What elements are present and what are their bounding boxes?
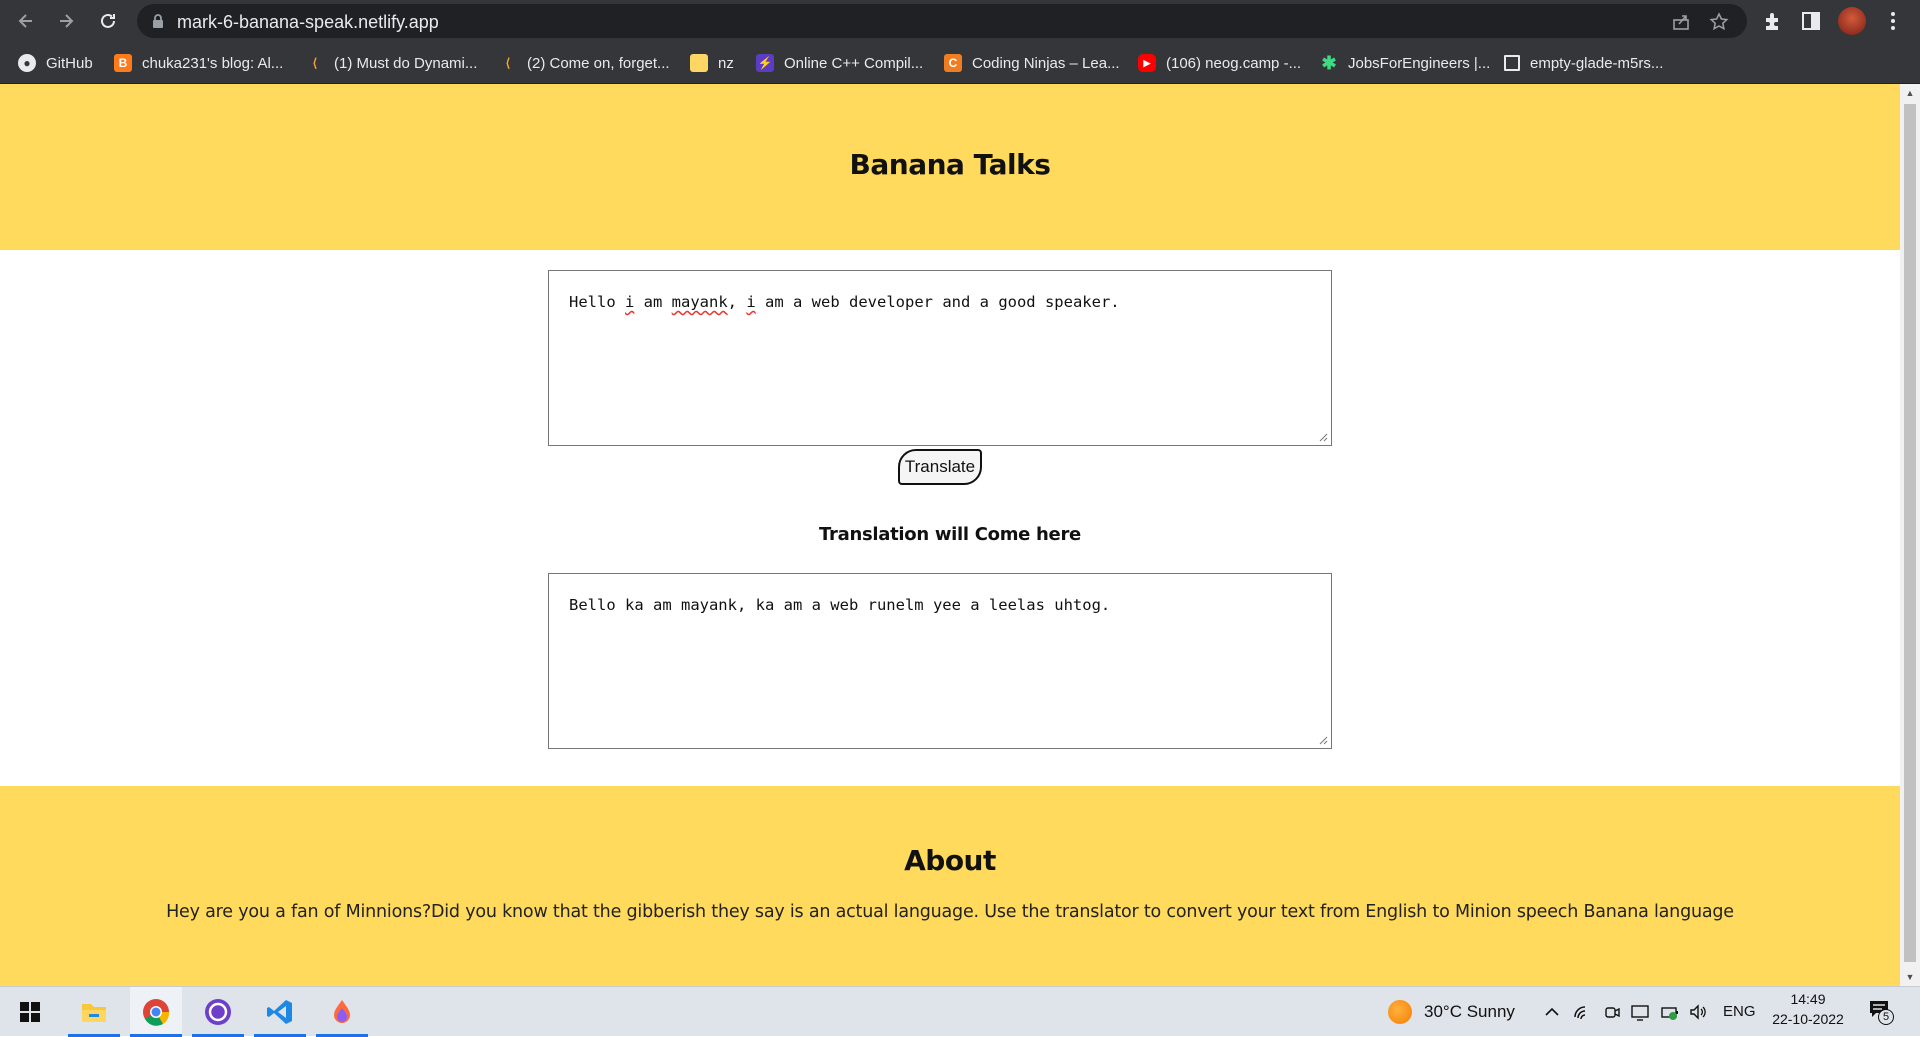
- resize-grip-icon[interactable]: [1318, 735, 1328, 745]
- bookmark-coding-ninjas[interactable]: C Coding Ninjas – Lea...: [944, 53, 1120, 73]
- input-textarea[interactable]: Hello i am mayank, i am a web developer …: [548, 270, 1332, 446]
- bookmark-label: (1) Must do Dynami...: [334, 54, 478, 72]
- input-text-segment: Hello: [569, 293, 625, 311]
- bookmark-label: empty-glade-m5rs...: [1530, 54, 1664, 72]
- bookmark-label: JobsForEngineers |...: [1348, 54, 1491, 72]
- clock-date: 22-10-2022: [1772, 1011, 1844, 1027]
- chrome-taskbar-icon[interactable]: [130, 987, 182, 1037]
- windows-start-icon[interactable]: [4, 987, 56, 1037]
- bookmark-label: chuka231's blog: Al...: [142, 54, 284, 72]
- display-icon[interactable]: [1631, 1003, 1649, 1021]
- page-title: Banana Talks: [849, 148, 1051, 181]
- page-viewport: Banana Talks Hello i am mayank, i am a w…: [0, 84, 1900, 986]
- scroll-down-icon[interactable]: ▼: [1905, 972, 1915, 982]
- volume-icon[interactable]: [1689, 1003, 1707, 1021]
- bookmark-leetcode-2[interactable]: ⟨ (2) Come on, forget...: [499, 53, 670, 73]
- bookmark-github[interactable]: ● GitHub: [18, 53, 93, 73]
- bookmark-neog[interactable]: ▶ (106) neog.camp -...: [1138, 53, 1301, 73]
- misspelled-word: i: [746, 293, 756, 311]
- browser-toolbar: mark-6-banana-speak.netlify.app: [0, 0, 1920, 42]
- side-panel-icon[interactable]: [1800, 10, 1822, 32]
- input-text-segment: am a web developer and a good speaker.: [755, 293, 1120, 311]
- bookmark-label: nz: [718, 54, 734, 72]
- folder-icon: [690, 54, 708, 72]
- leetcode-icon: ⟨: [505, 56, 511, 70]
- weather-sun-icon[interactable]: [1388, 1000, 1412, 1024]
- vscode-icon[interactable]: [254, 987, 306, 1037]
- about-section: About Hey are you a fan of Minnions?Did …: [0, 786, 1900, 986]
- input-text-segment: am: [634, 293, 672, 311]
- scrollbar-thumb[interactable]: [1904, 104, 1916, 962]
- forward-icon[interactable]: [54, 9, 78, 33]
- lock-icon[interactable]: [151, 13, 165, 29]
- chevron-up-icon[interactable]: [1543, 1003, 1561, 1021]
- github-icon: ●: [18, 54, 36, 72]
- battery-charging-icon[interactable]: [1661, 1003, 1679, 1021]
- output-heading: Translation will Come here: [819, 524, 1081, 545]
- profile-avatar[interactable]: [1838, 7, 1866, 35]
- reload-icon[interactable]: [96, 9, 120, 33]
- notifications-icon[interactable]: 5: [1868, 999, 1894, 1025]
- wifi-icon[interactable]: [1573, 1003, 1591, 1021]
- about-heading: About: [904, 844, 996, 877]
- bookmarks-bar: ● GitHub B chuka231's blog: Al... ⟨ (1) …: [0, 42, 1920, 84]
- bookmark-label: GitHub: [46, 54, 93, 72]
- misspelled-word: mayank: [671, 293, 728, 311]
- input-text-segment: ,: [727, 293, 747, 311]
- page-scrollbar[interactable]: ▲ ▼: [1900, 84, 1920, 986]
- star-burst-icon: ✱: [1321, 52, 1337, 73]
- github-desktop-icon[interactable]: [192, 987, 244, 1037]
- resize-grip-icon[interactable]: [1318, 432, 1328, 442]
- bookmark-label: (2) Come on, forget...: [527, 54, 670, 72]
- youtube-icon: ▶: [1138, 54, 1156, 72]
- menu-kebab-icon[interactable]: [1882, 10, 1904, 32]
- notification-count: 5: [1878, 1009, 1894, 1025]
- language-indicator[interactable]: ENG: [1723, 1003, 1756, 1020]
- misspelled-word: i: [625, 293, 635, 311]
- weather-text[interactable]: 30°C Sunny: [1424, 1002, 1515, 1022]
- meet-now-icon[interactable]: [1603, 1003, 1621, 1021]
- bookmark-label: Coding Ninjas – Lea...: [972, 54, 1120, 72]
- share-icon[interactable]: [1671, 12, 1691, 32]
- clock-time: 14:49: [1790, 991, 1826, 1007]
- output-textarea[interactable]: Bello ka am mayank, ka am a web runelm y…: [548, 573, 1332, 749]
- bookmark-leetcode-1[interactable]: ⟨ (1) Must do Dynami...: [306, 53, 478, 73]
- bookmark-label: Online C++ Compil...: [784, 54, 924, 72]
- bookmark-codesandbox[interactable]: empty-glade-m5rs...: [1504, 53, 1663, 73]
- translate-button[interactable]: Translate: [898, 449, 982, 485]
- address-bar[interactable]: mark-6-banana-speak.netlify.app: [137, 4, 1747, 38]
- about-text: Hey are you a fan of Minnions?Did you kn…: [166, 902, 1734, 922]
- blogger-icon: B: [114, 54, 132, 72]
- bookmark-label: (106) neog.camp -...: [1166, 54, 1302, 72]
- page-header: Banana Talks: [0, 84, 1900, 250]
- bookmark-cpp-compiler[interactable]: ⚡ Online C++ Compil...: [756, 53, 923, 73]
- leetcode-icon: ⟨: [312, 56, 318, 70]
- extensions-icon[interactable]: [1762, 10, 1784, 32]
- bookmark-folder-nz[interactable]: nz: [690, 53, 734, 73]
- output-text: Bello ka am mayank, ka am a web runelm y…: [569, 596, 1111, 614]
- browser-app-icon[interactable]: [316, 987, 368, 1037]
- codesandbox-icon: [1504, 55, 1520, 71]
- back-icon[interactable]: [14, 9, 38, 33]
- file-explorer-icon[interactable]: [68, 987, 120, 1037]
- scroll-up-icon[interactable]: ▲: [1905, 88, 1915, 98]
- codingninjas-icon: C: [944, 54, 962, 72]
- bookmark-star-icon[interactable]: [1709, 12, 1729, 32]
- taskbar: 30°C Sunny ENG 14:49 22-10-2022 5: [0, 986, 1920, 1037]
- bolt-icon: ⚡: [756, 54, 774, 72]
- clock[interactable]: 14:49 22-10-2022: [1772, 991, 1844, 1027]
- bookmark-blog[interactable]: B chuka231's blog: Al...: [114, 53, 283, 73]
- input-text: Hello i am mayank, i am a web developer …: [569, 293, 1120, 311]
- url-text: mark-6-banana-speak.netlify.app: [177, 12, 439, 32]
- bookmark-jobs[interactable]: ✱ JobsForEngineers |...: [1320, 53, 1490, 73]
